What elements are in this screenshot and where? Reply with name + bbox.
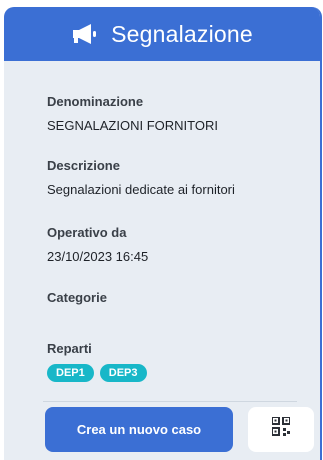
megaphone-icon bbox=[71, 23, 99, 45]
field-denominazione: Denominazione SEGNALAZIONI FORNITORI bbox=[47, 94, 218, 133]
chip-dep1: DEP1 bbox=[47, 364, 94, 382]
qr-code-icon bbox=[271, 416, 291, 442]
create-case-button[interactable]: Crea un nuovo caso bbox=[45, 407, 233, 452]
denominazione-value: SEGNALAZIONI FORNITORI bbox=[47, 118, 218, 133]
field-descrizione: Descrizione Segnalazioni dedicate ai for… bbox=[47, 158, 235, 197]
card-header: Segnalazione bbox=[4, 7, 320, 61]
card-title: Segnalazione bbox=[111, 20, 253, 47]
descrizione-value: Segnalazioni dedicate ai fornitori bbox=[47, 182, 235, 197]
divider bbox=[43, 401, 297, 402]
operativo-label: Operativo da bbox=[47, 225, 127, 240]
reparti-chips: DEP1 DEP3 bbox=[47, 364, 147, 382]
categorie-label: Categorie bbox=[47, 290, 107, 305]
field-operativo: Operativo da 23/10/2023 16:45 bbox=[47, 225, 148, 264]
field-categorie: Categorie bbox=[47, 290, 107, 305]
reparti-label: Reparti bbox=[47, 341, 92, 356]
operativo-value: 23/10/2023 16:45 bbox=[47, 249, 149, 264]
chip-dep3: DEP3 bbox=[99, 364, 147, 382]
qr-code-button[interactable] bbox=[248, 407, 314, 452]
field-reparti: Reparti DEP1 DEP3 bbox=[47, 341, 147, 382]
denominazione-label: Denominazione bbox=[47, 94, 144, 109]
descrizione-label: Descrizione bbox=[47, 158, 120, 173]
